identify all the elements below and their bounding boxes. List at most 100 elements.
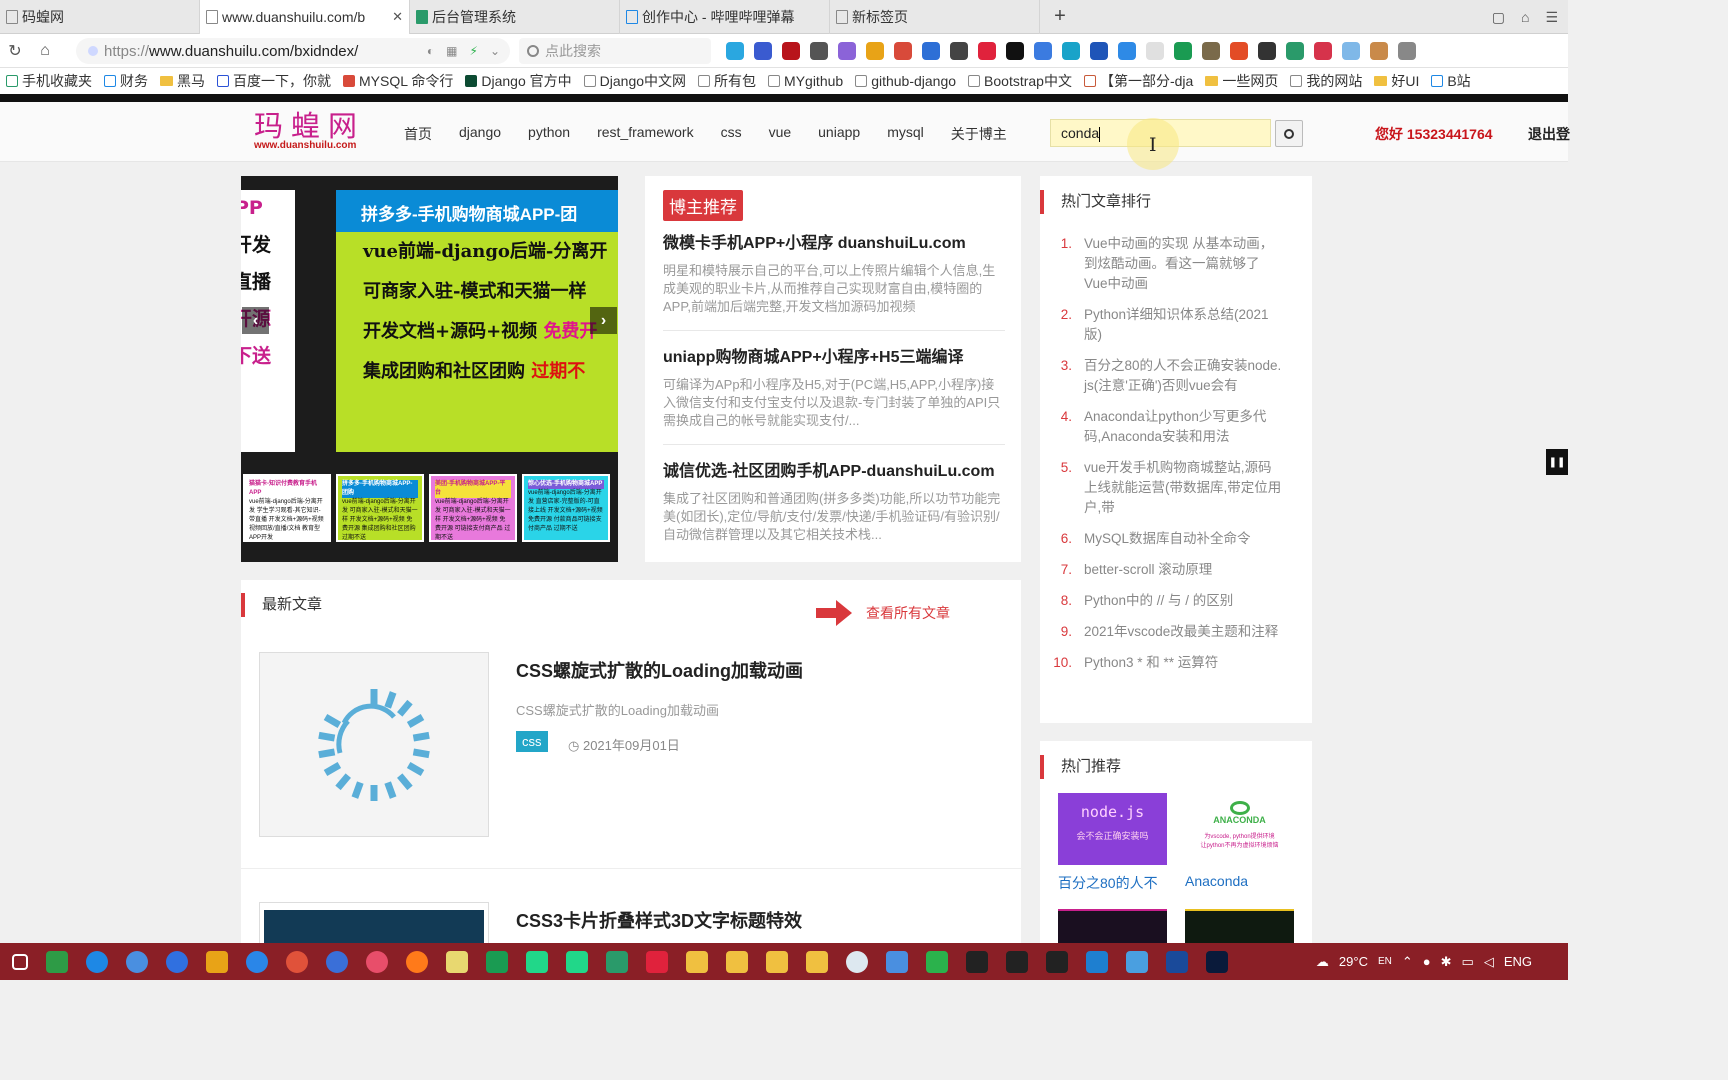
- hot-article-item[interactable]: 1. Vue中动画的实现 从基本动画，到炫酷动画。看这一篇就够了Vue中动画: [1052, 234, 1282, 294]
- url-field[interactable]: https:// www.duanshuilu.com/bxidndex/ ◐ …: [76, 38, 510, 64]
- qr-icon[interactable]: ▦: [446, 44, 457, 58]
- chrome-icon[interactable]: [286, 950, 308, 973]
- extension-icon[interactable]: [1118, 42, 1136, 60]
- volume-icon[interactable]: ◁: [1484, 954, 1494, 970]
- chevron-up-icon[interactable]: ⌃: [1402, 954, 1413, 970]
- close-tab-icon[interactable]: ✕: [392, 9, 403, 25]
- firefox-icon[interactable]: [406, 950, 428, 973]
- pause-icon[interactable]: ❚❚: [1546, 449, 1568, 475]
- hot-article-link[interactable]: Python中的 // 与 / 的区别: [1084, 591, 1233, 611]
- hot-article-link[interactable]: 2021年vscode改最美主题和注释: [1084, 622, 1278, 642]
- recommend-caption[interactable]: Anaconda: [1185, 873, 1248, 889]
- article-tag[interactable]: css: [516, 731, 548, 752]
- scissors-icon[interactable]: [810, 42, 828, 60]
- browser-search-field[interactable]: 点此搜索: [519, 38, 711, 64]
- nav-item-uniapp[interactable]: uniapp: [818, 124, 860, 144]
- extension-icon[interactable]: [754, 42, 772, 60]
- hot-article-link[interactable]: MySQL数据库自动补全命令: [1084, 529, 1251, 549]
- nav-item-rest-framework[interactable]: rest_framework: [597, 124, 693, 144]
- nav-item-mysql[interactable]: mysql: [887, 124, 924, 144]
- task-view-icon[interactable]: [12, 953, 28, 970]
- bookmark-item[interactable]: Bootstrap中文: [962, 71, 1078, 91]
- hot-article-item[interactable]: 8. Python中的 // 与 / 的区别: [1052, 591, 1282, 611]
- carousel-thumbnail[interactable]: 惊心优选-手机购物商城APP vue前端-django后端-分离开发 直营店家-…: [522, 474, 610, 542]
- extension-icon[interactable]: [1258, 42, 1276, 60]
- language-indicator[interactable]: ENG: [1504, 954, 1532, 969]
- pycharm-icon[interactable]: [526, 950, 548, 973]
- banner-carousel[interactable]: PP 开发 直播 开源 下送 拼多多-手机购物商城APP-团 vue前端-dja…: [241, 176, 618, 562]
- wechat-icon[interactable]: [926, 950, 948, 973]
- hot-article-link[interactable]: Python详细知识体系总结(2021版): [1084, 305, 1282, 345]
- carousel-prev-button[interactable]: ‹: [242, 307, 269, 334]
- extension-icon[interactable]: [726, 42, 744, 60]
- recommend-image-anaconda[interactable]: ANACONDA 为vscode, python提供环境 让python不再为虚…: [1185, 793, 1294, 865]
- carousel-slide-current[interactable]: 拼多多-手机购物商城APP-团 vue前端-django后端-分离开 可商家入驻…: [336, 190, 618, 452]
- magnifier-icon[interactable]: [922, 42, 940, 60]
- nav-item-css[interactable]: css: [721, 124, 742, 144]
- logout-link[interactable]: 退出登: [1528, 124, 1570, 144]
- hot-article-link[interactable]: vue开发手机购物商城整站,源码上线就能运营(带数据库,带定位用户,带: [1084, 458, 1282, 518]
- extension-icon[interactable]: [1062, 42, 1080, 60]
- app-icon[interactable]: [886, 950, 908, 973]
- microphone-icon[interactable]: ●: [1423, 954, 1431, 969]
- extension-icon[interactable]: [1370, 42, 1388, 60]
- app-icon[interactable]: [46, 950, 68, 973]
- folder-icon[interactable]: [686, 950, 708, 973]
- chat-icon[interactable]: [846, 950, 868, 973]
- extension-icon[interactable]: [1230, 42, 1248, 60]
- bookmark-item[interactable]: 百度一下，你就: [211, 71, 337, 91]
- extension-icon[interactable]: [978, 42, 996, 60]
- carousel-next-button[interactable]: ›: [590, 307, 617, 334]
- user-greeting[interactable]: 您好 15323441764: [1375, 124, 1493, 144]
- site-logo[interactable]: 玛蝗网 www.duanshuilu.com: [254, 110, 374, 151]
- braces-icon[interactable]: [1146, 42, 1164, 60]
- hot-article-link[interactable]: 百分之80的人不会正确安装node.js(注意'正确')否则vue会有: [1084, 356, 1282, 396]
- chevron-down-icon[interactable]: ⌄: [490, 44, 500, 58]
- tab-newtab[interactable]: 新标签页: [830, 0, 1040, 34]
- app-icon[interactable]: [646, 950, 668, 973]
- hot-article-link[interactable]: Python3 * 和 ** 运算符: [1084, 653, 1218, 673]
- bookmark-item[interactable]: 所有包: [692, 71, 762, 91]
- hot-article-item[interactable]: 10. Python3 * 和 ** 运算符: [1052, 653, 1282, 673]
- bookmark-item[interactable]: Django中文网: [578, 71, 692, 91]
- hot-article-item[interactable]: 5. vue开发手机购物商城整站,源码上线就能运营(带数据库,带定位用户,带: [1052, 458, 1282, 518]
- notepad-icon[interactable]: [446, 950, 468, 973]
- menu-icon[interactable]: ☰: [1545, 9, 1558, 26]
- bookmark-item[interactable]: 我的网站: [1284, 71, 1368, 91]
- recommend-item[interactable]: 诚信优选-社区团购手机APP-duanshuiLu.com 集成了社区团购和普通…: [663, 462, 1005, 544]
- tab-admin[interactable]: 后台管理系统: [410, 0, 620, 34]
- bookmark-item[interactable]: 一些网页: [1199, 71, 1284, 91]
- article-title[interactable]: CSS3卡片折叠样式3D文字标题特效: [516, 907, 802, 933]
- bluetooth-icon[interactable]: ✱: [1441, 954, 1452, 970]
- recommend-item[interactable]: 微模卡手机APP+小程序 duanshuiLu.com 明星和模特展示自己的平台…: [663, 234, 1005, 316]
- temperature[interactable]: 29°C: [1339, 954, 1368, 969]
- bookmark-item[interactable]: 好UI: [1368, 71, 1425, 91]
- reload-icon[interactable]: ↻: [0, 34, 30, 68]
- article-title[interactable]: CSS螺旋式扩散的Loading加载动画: [516, 657, 803, 683]
- new-tab-button[interactable]: +: [1040, 0, 1080, 33]
- app-icon[interactable]: [1126, 950, 1148, 973]
- hot-article-item[interactable]: 6. MySQL数据库自动补全命令: [1052, 529, 1282, 549]
- nav-item-home[interactable]: 首页: [404, 124, 432, 144]
- tab-mahuang[interactable]: 码蝗网: [0, 0, 200, 34]
- photoshop-icon[interactable]: [1206, 950, 1228, 973]
- app-icon[interactable]: [206, 950, 228, 973]
- terminal-icon[interactable]: [966, 950, 988, 973]
- bookmark-item[interactable]: 黑马: [154, 71, 211, 91]
- carousel-thumbnail[interactable]: 美团-手机购物商城APP-平台 vue前端-django后端-分离开发 可商家入…: [429, 474, 517, 542]
- app-icon[interactable]: [326, 950, 348, 973]
- tab-duanshuilu[interactable]: www.duanshuilu.com/b ✕: [200, 0, 410, 34]
- terminal-icon[interactable]: [1006, 950, 1028, 973]
- hot-article-item[interactable]: 7. better-scroll 滚动原理: [1052, 560, 1282, 580]
- see-all-articles-link[interactable]: 查看所有文章: [816, 600, 950, 626]
- site-search-button[interactable]: [1275, 120, 1303, 147]
- tab-bilibili[interactable]: 创作中心 - 哔哩哔哩弹幕: [620, 0, 830, 34]
- app-icon[interactable]: [366, 950, 388, 973]
- shield-icon[interactable]: ◐: [427, 44, 434, 58]
- vue-icon[interactable]: [1286, 42, 1304, 60]
- move-icon[interactable]: [950, 42, 968, 60]
- folder-icon[interactable]: [726, 950, 748, 973]
- bookmark-item[interactable]: Django 官方中: [459, 71, 577, 91]
- hot-article-item[interactable]: 2. Python详细知识体系总结(2021版): [1052, 305, 1282, 345]
- terminal-icon[interactable]: [1046, 950, 1068, 973]
